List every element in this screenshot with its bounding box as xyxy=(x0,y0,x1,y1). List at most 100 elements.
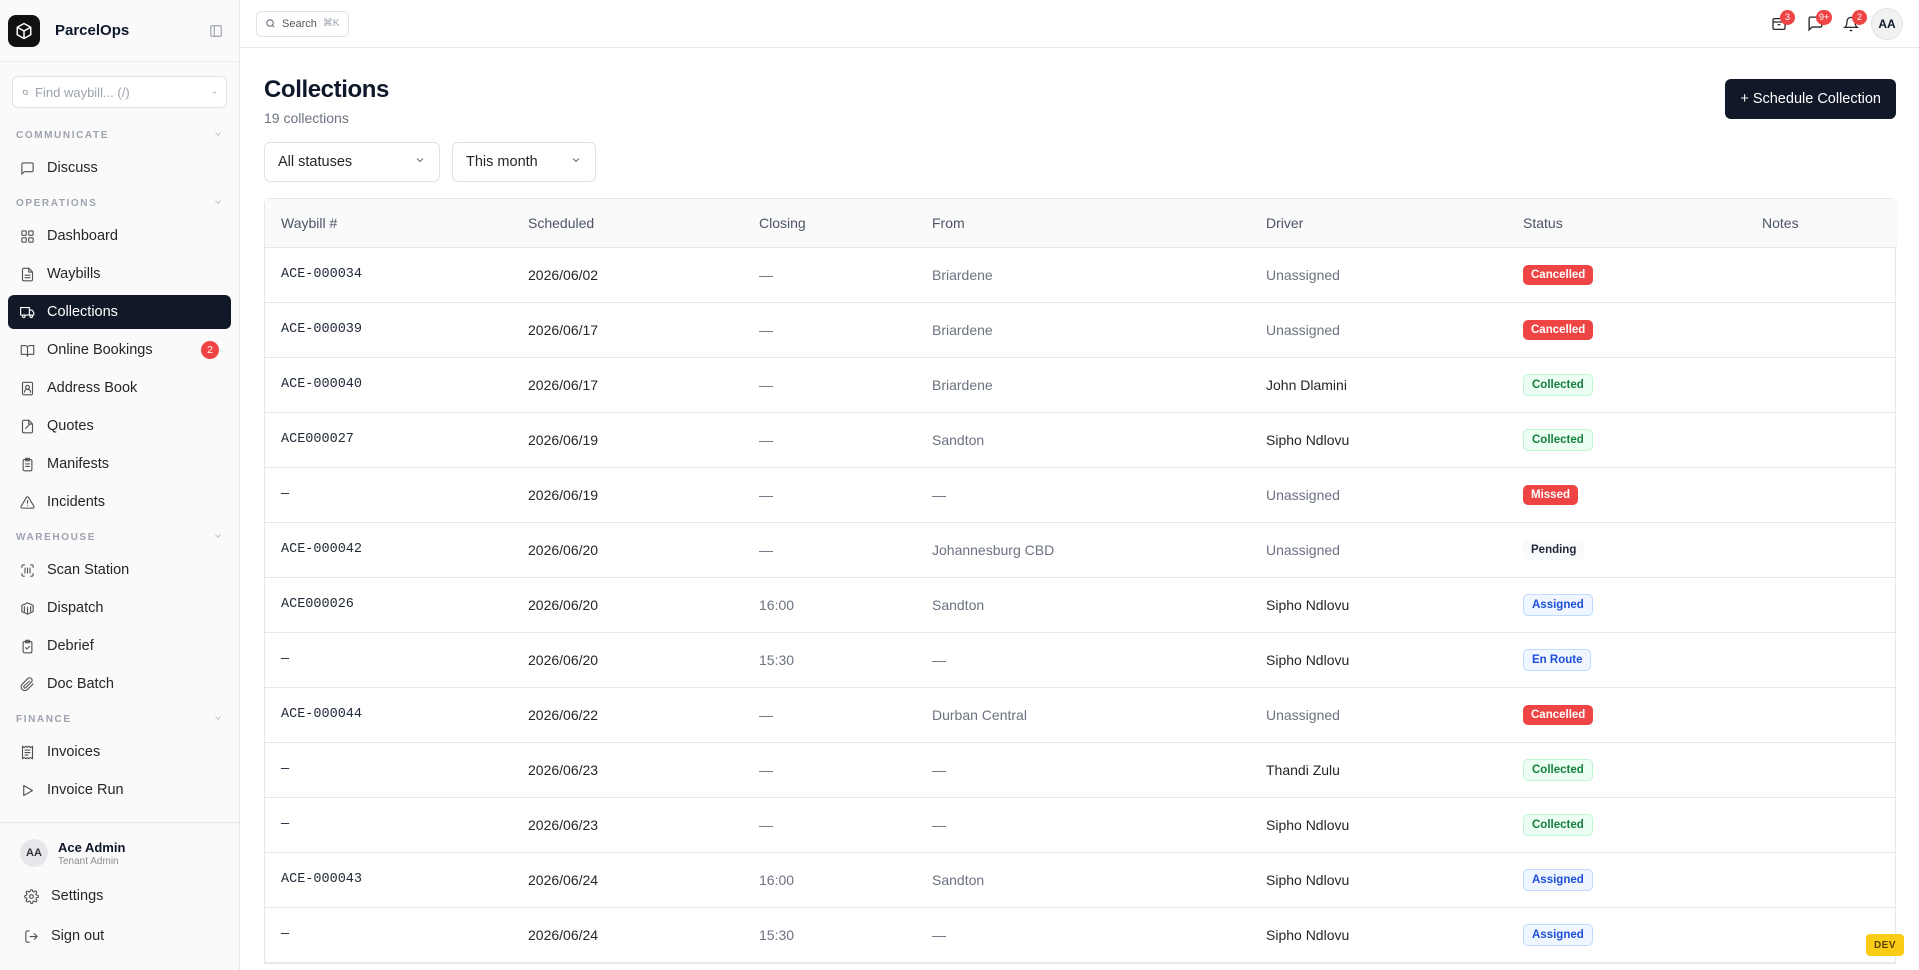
section-header-warehouse[interactable]: WAREHOUSE xyxy=(0,527,239,547)
global-search-button[interactable]: Search ⌘K xyxy=(256,10,349,37)
status-badge: Cancelled xyxy=(1523,264,1594,285)
table-row[interactable]: ACE-000039 2026/06/17— Briardene Unassigned… xyxy=(265,302,1897,358)
waybill-cell: ACE-000034 xyxy=(265,247,512,303)
arrow-right-icon[interactable] xyxy=(211,87,217,98)
env-badge: DEV xyxy=(1865,934,1904,956)
driver-cell: Sipho Ndlovu xyxy=(1250,577,1507,633)
scheduled-cell: 2026/06/23 xyxy=(512,742,743,798)
sidebar-item-doc-batch[interactable]: Doc Batch xyxy=(8,667,231,701)
sidebar-item-label: Online Bookings xyxy=(47,342,153,358)
table-row[interactable]: —2026/06/19— — Unassigned Missed xyxy=(265,467,1897,523)
table-row[interactable]: ACE-000044 2026/06/22— Durban Central Unass… xyxy=(265,687,1897,743)
notes-cell xyxy=(1746,797,1897,853)
closing-cell: — xyxy=(743,687,916,743)
section-title: OPERATIONS xyxy=(16,197,98,209)
main-content: Collections 19 collections + Schedule Co… xyxy=(264,48,1897,964)
from-cell: Johannesburg CBD xyxy=(916,522,1250,578)
column-header-from[interactable]: From xyxy=(916,199,1250,248)
status-cell: Pending xyxy=(1507,522,1746,578)
user-profile[interactable]: AA Ace Admin Tenant Admin xyxy=(0,823,239,867)
sidebar-item-invoices[interactable]: Invoices xyxy=(8,735,231,769)
sidebar: ParcelOps COMMUNICATE Discuss OPERATIONS Da… xyxy=(0,0,240,970)
file-text-icon xyxy=(21,267,34,281)
sidebar-item-online-bookings[interactable]: Online Bookings 2 xyxy=(8,333,231,367)
table-row[interactable]: —2026/06/20 15:30— Sipho Ndlovu En Route xyxy=(265,632,1897,688)
sidebar-item-address-book[interactable]: Address Book xyxy=(8,371,231,405)
schedule-collection-button[interactable]: + Schedule Collection xyxy=(1725,79,1896,119)
table-row[interactable]: —2026/06/23— — Thandi Zulu Collected xyxy=(265,742,1897,798)
waybill-cell: ACE000027 xyxy=(265,412,512,468)
status-badge: Cancelled xyxy=(1523,704,1594,725)
period-filter-select[interactable]: This month xyxy=(452,142,596,182)
sidebar-item-quotes[interactable]: Quotes xyxy=(8,409,231,443)
settings-link[interactable]: Settings xyxy=(8,879,231,913)
section-title: WAREHOUSE xyxy=(16,531,96,543)
sidebar-item-discuss[interactable]: Discuss xyxy=(8,151,231,185)
sidebar-item-scan-station[interactable]: Scan Station xyxy=(8,553,231,587)
notes-cell xyxy=(1746,302,1897,358)
column-header-scheduled[interactable]: Scheduled xyxy=(512,199,743,248)
status-badge: Assigned xyxy=(1523,923,1593,946)
notes-cell xyxy=(1746,632,1897,688)
table-row[interactable]: ACE-000043 2026/06/24 16:00 Sandton Sipho Nd… xyxy=(265,852,1897,908)
notifications-button[interactable]: 2 xyxy=(1833,9,1869,39)
sidebar-item-invoice-run[interactable]: Invoice Run xyxy=(8,773,231,807)
column-header-notes[interactable]: Notes xyxy=(1746,199,1897,248)
status-badge: Pending xyxy=(1523,539,1585,560)
scan-icon xyxy=(21,563,34,577)
column-header-closing[interactable]: Closing xyxy=(743,199,916,248)
sidebar-footer: AA Ace Admin Tenant Admin Settings Sign … xyxy=(0,822,239,970)
table-row[interactable]: ACE000026 2026/06/20 16:00 Sandton Sipho Ndl… xyxy=(265,577,1897,633)
status-cell: Collected xyxy=(1507,412,1746,468)
table-row[interactable]: —2026/06/23— — Sipho Ndlovu Collected xyxy=(265,797,1897,853)
status-cell: Assigned xyxy=(1507,852,1746,908)
sidebar-item-label: Doc Batch xyxy=(47,676,114,692)
receipt-icon xyxy=(21,745,34,759)
sidebar-item-manifests[interactable]: Manifests xyxy=(8,447,231,481)
sidebar-item-label: Collections xyxy=(47,304,118,320)
sign-out-link[interactable]: Sign out xyxy=(8,919,231,953)
sidebar-item-incidents[interactable]: Incidents xyxy=(8,485,231,519)
closing-cell: 15:30 xyxy=(743,907,916,963)
table-row[interactable]: ACE-000040 2026/06/17— Briardene John Dlami… xyxy=(265,357,1897,413)
sidebar-item-debrief[interactable]: Debrief xyxy=(8,629,231,663)
table-row[interactable]: —2026/06/24 15:30— Sipho Ndlovu Assigned xyxy=(265,907,1897,963)
scheduled-cell: 2026/06/20 xyxy=(512,577,743,633)
waybill-search[interactable] xyxy=(12,76,227,108)
table-row[interactable]: ACE-000042 2026/06/20— Johannesburg CBD Una… xyxy=(265,522,1897,578)
truck-icon xyxy=(20,306,35,318)
sidebar-item-collections[interactable]: Collections xyxy=(8,295,231,329)
sidebar-item-waybills[interactable]: Waybills xyxy=(8,257,231,291)
sidebar-toggle-icon[interactable] xyxy=(207,22,225,40)
driver-cell: Unassigned xyxy=(1250,687,1507,743)
top-actions: 3 9+ 2 AA xyxy=(1761,7,1903,40)
closing-cell: — xyxy=(743,797,916,853)
from-cell: Sandton xyxy=(916,852,1250,908)
waybill-cell: — xyxy=(265,742,512,798)
page-subtitle: 19 collections xyxy=(264,110,349,126)
driver-cell: Sipho Ndlovu xyxy=(1250,907,1507,963)
column-header-status[interactable]: Status xyxy=(1507,199,1746,248)
from-cell: — xyxy=(916,632,1250,688)
messages-button[interactable]: 9+ xyxy=(1797,9,1833,39)
sidebar-item-dashboard[interactable]: Dashboard xyxy=(8,219,231,253)
status-filter-select[interactable]: All statuses xyxy=(264,142,440,182)
waybill-search-input[interactable] xyxy=(35,84,212,100)
section-header-operations[interactable]: OPERATIONS xyxy=(0,193,239,213)
column-header-waybill[interactable]: Waybill # xyxy=(265,199,512,248)
user-role: Tenant Admin xyxy=(58,855,119,867)
status-badge: Collected xyxy=(1523,428,1593,451)
driver-cell: Unassigned xyxy=(1250,522,1507,578)
status-badge: Collected xyxy=(1523,813,1593,836)
user-avatar-button[interactable]: AA xyxy=(1871,7,1903,40)
table-row[interactable]: ACE-000034 2026/06/02— Briardene Unassigned… xyxy=(265,247,1897,303)
section-header-communicate[interactable]: COMMUNICATE xyxy=(0,125,239,145)
section-header-finance[interactable]: FINANCE xyxy=(0,709,239,729)
column-header-driver[interactable]: Driver xyxy=(1250,199,1507,248)
chevron-down-icon xyxy=(570,154,582,170)
status-cell: Collected xyxy=(1507,357,1746,413)
sidebar-item-dispatch[interactable]: Dispatch xyxy=(8,591,231,625)
closing-cell: 16:00 xyxy=(743,852,916,908)
packages-button[interactable]: 3 xyxy=(1761,9,1797,39)
table-row[interactable]: ACE000027 2026/06/19— Sandton Sipho Ndlovu C… xyxy=(265,412,1897,468)
